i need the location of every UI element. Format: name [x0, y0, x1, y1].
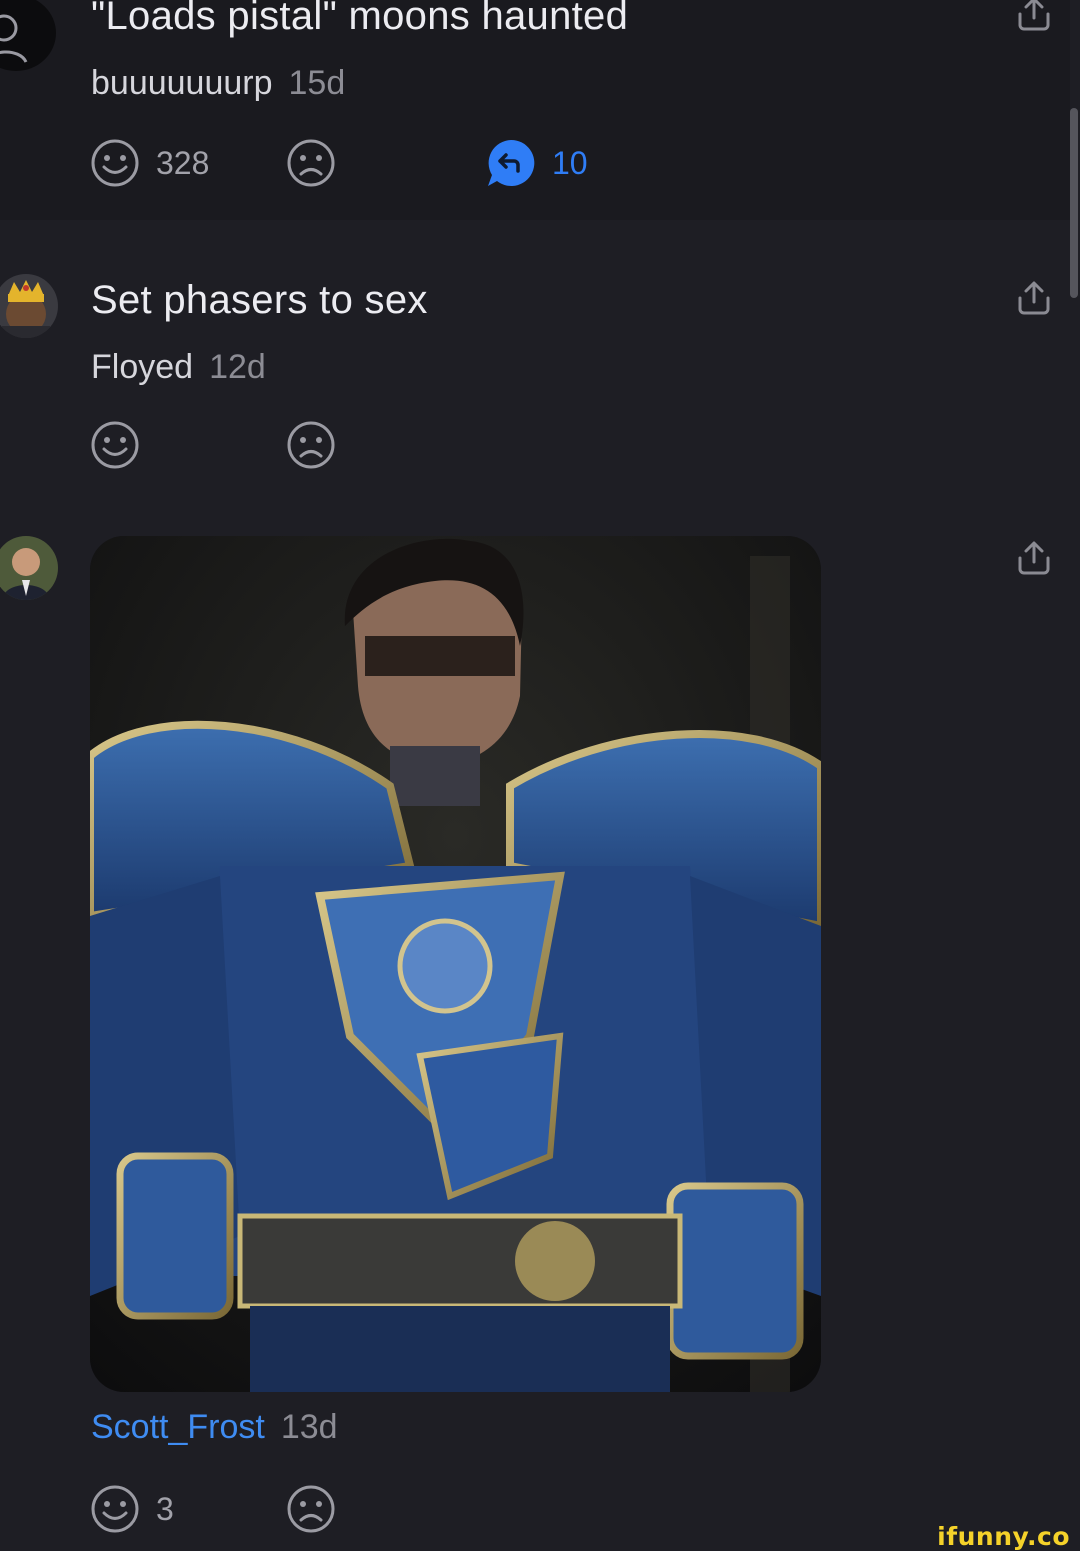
- scrollbar[interactable]: [1070, 108, 1078, 298]
- smile-icon: [91, 139, 139, 187]
- comment-text: Set phasers to sex: [91, 278, 428, 322]
- share-icon[interactable]: [1014, 538, 1054, 578]
- smile-icon: [91, 421, 139, 469]
- comment-age: 15d: [288, 64, 346, 102]
- dislike-button[interactable]: [286, 138, 336, 188]
- dislike-button[interactable]: [286, 420, 336, 470]
- like-button[interactable]: [90, 420, 140, 470]
- author-name[interactable]: Floyed: [91, 348, 193, 386]
- replies-button[interactable]: 10: [486, 138, 588, 188]
- like-count: 328: [156, 144, 210, 181]
- watermark-logo: ifunny.co: [937, 1522, 1070, 1551]
- author-name[interactable]: Scott_Frost: [91, 1408, 265, 1446]
- comment-meta: buuuuuuurp 15d: [91, 64, 345, 103]
- dislike-button[interactable]: [286, 1484, 336, 1534]
- comment-age: 12d: [209, 348, 266, 386]
- like-button[interactable]: 3: [90, 1484, 174, 1534]
- reply-count: 10: [552, 144, 588, 181]
- share-icon[interactable]: [1014, 278, 1054, 318]
- frown-icon: [287, 1485, 335, 1533]
- comment-text: "Loads pistal" moons haunted: [91, 0, 629, 38]
- avatar-user[interactable]: [0, 536, 58, 600]
- avatar-user[interactable]: [0, 274, 58, 338]
- share-icon[interactable]: [1014, 0, 1054, 34]
- author-name[interactable]: buuuuuuurp: [91, 64, 273, 102]
- comment-meta: Scott_Frost 13d: [91, 1408, 338, 1447]
- avatar-default[interactable]: [0, 0, 56, 100]
- frown-icon: [287, 139, 335, 187]
- comment-image[interactable]: [90, 536, 821, 1392]
- comment-1: "Loads pistal" moons haunted buuuuuuurp 1…: [0, 0, 1070, 220]
- comment-age: 13d: [280, 1408, 338, 1446]
- smile-icon: [91, 1485, 139, 1533]
- like-button[interactable]: 328: [90, 138, 209, 188]
- reply-bubble-icon: [488, 139, 535, 186]
- like-count: 3: [156, 1490, 174, 1527]
- frown-icon: [287, 421, 335, 469]
- comment-meta: Floyed 12d: [91, 348, 266, 387]
- comment-2: Set phasers to sex Floyed 12d: [0, 220, 1070, 520]
